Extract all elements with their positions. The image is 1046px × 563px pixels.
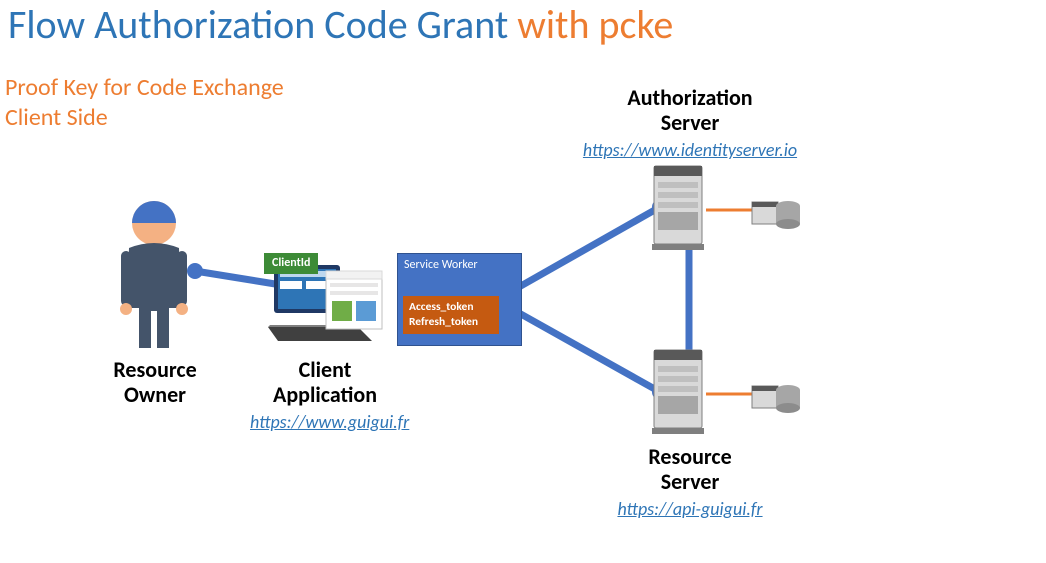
diagram-canvas: Flow Authorization Code Grant with pcke … bbox=[0, 0, 1046, 563]
service-worker-title: Service Worker bbox=[404, 258, 515, 272]
resource-server-icon bbox=[648, 348, 818, 438]
resource-server-url[interactable]: https://api-guigui.fr bbox=[617, 498, 762, 520]
resource-owner-label: Resource Owner bbox=[90, 357, 220, 408]
client-app-url[interactable]: https://www.guigui.fr bbox=[250, 411, 409, 433]
client-application-label: Client Application https://www.guigui.fr bbox=[250, 357, 400, 433]
tokens-badge: Access_token Refresh_token bbox=[403, 296, 499, 334]
person-icon bbox=[109, 193, 199, 353]
authorization-server-icon bbox=[648, 164, 818, 254]
authorization-server-label: Authorization Server https://www.identit… bbox=[580, 85, 800, 161]
resource-server-label: Resource Server https://api-guigui.fr bbox=[600, 444, 780, 520]
laptop-icon bbox=[266, 263, 386, 348]
access-token-label: Access_token bbox=[409, 300, 493, 315]
authorization-server-url[interactable]: https://www.identityserver.io bbox=[583, 139, 797, 161]
refresh-token-label: Refresh_token bbox=[409, 315, 493, 330]
clientid-badge: ClientId bbox=[264, 253, 318, 274]
